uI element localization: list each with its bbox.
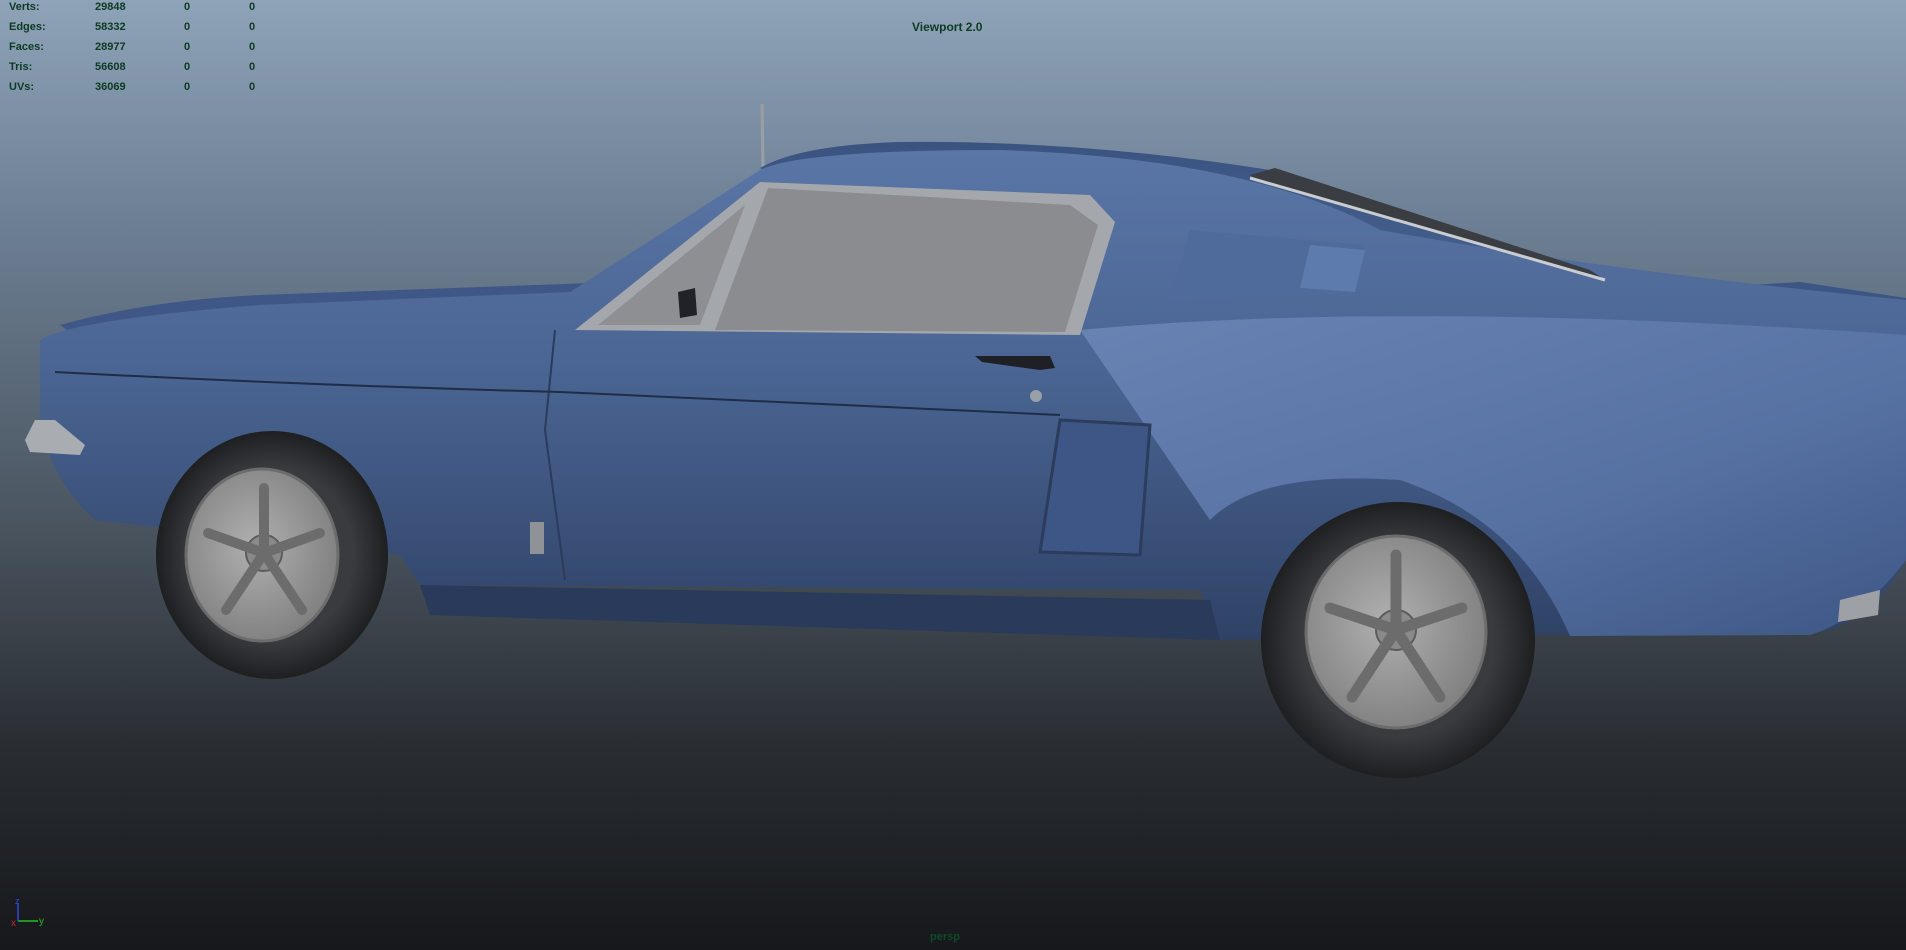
axis-x-label: x xyxy=(11,918,16,927)
rocker-panel xyxy=(420,585,1220,640)
axis-z-label: z xyxy=(15,897,20,906)
car-model-render[interactable] xyxy=(0,0,1906,950)
side-marker xyxy=(530,522,544,554)
side-window xyxy=(715,188,1098,332)
axis-gizmo: x y z xyxy=(11,897,44,927)
front-wheel xyxy=(156,431,388,679)
lower-side-scoop xyxy=(1038,418,1152,557)
antenna xyxy=(760,103,765,169)
scoop-inset xyxy=(1300,245,1365,292)
door-lock xyxy=(1030,390,1042,402)
side-mirror xyxy=(678,288,697,318)
rear-wheel xyxy=(1261,502,1535,778)
axis-y-label: y xyxy=(39,916,44,927)
camera-label: persp xyxy=(930,931,960,943)
maya-viewport[interactable]: Verts: 29848 0 0 Edges: 58332 0 0 Faces:… xyxy=(0,0,1906,950)
